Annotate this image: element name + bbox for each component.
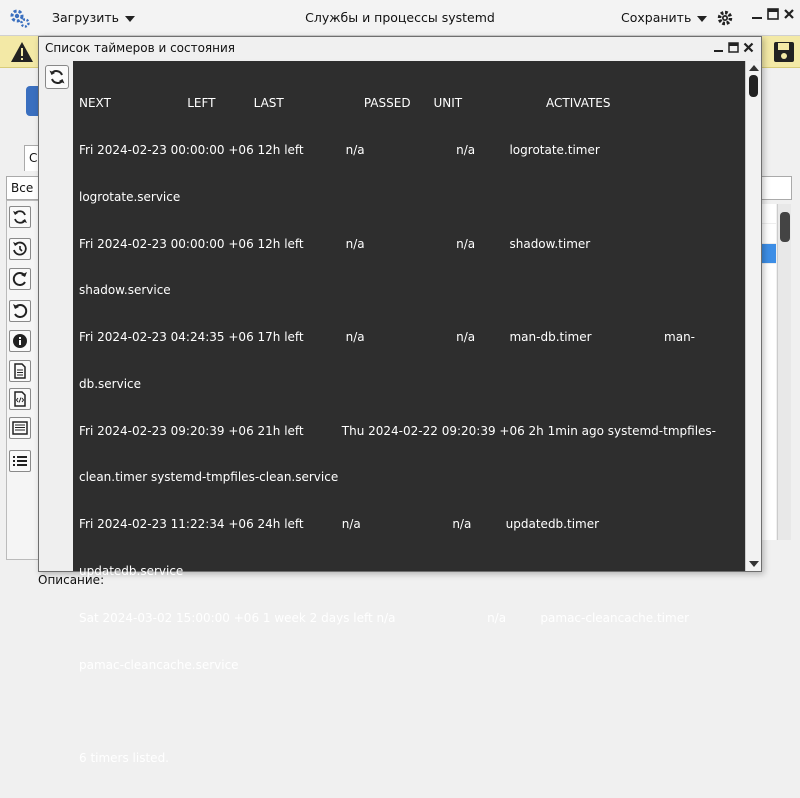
history-icon [13, 241, 27, 256]
reload-icon [12, 272, 27, 286]
output-line: logrotate.service [79, 189, 181, 204]
list-icon [13, 456, 27, 466]
output-line: 6 timers listed. [79, 751, 169, 766]
dialog-refresh-button[interactable] [45, 65, 69, 89]
list-item-selected[interactable] [761, 244, 776, 264]
output-line: db.service [79, 376, 142, 391]
document-icon [14, 363, 26, 379]
save-menu-label: Сохранить [621, 10, 692, 25]
search-field[interactable] [760, 176, 792, 200]
info-button[interactable] [9, 330, 31, 352]
filter-select[interactable]: Все [6, 176, 42, 200]
chevron-down-icon [125, 15, 135, 22]
close-icon[interactable] [743, 42, 754, 53]
scrollbar-thumb[interactable] [780, 212, 790, 242]
timers-output: NEXT LEFT LAST PASSED UNIT ACTIVATES Fri… [79, 65, 727, 798]
scroll-down-icon[interactable] [749, 561, 759, 567]
output-line: pamac-cleancache.service [79, 657, 239, 672]
load-menu-label: Загрузить [52, 10, 119, 25]
maximize-icon[interactable] [767, 8, 779, 20]
output-line: Fri 2024-02-23 00:00:00 +06 12h left n/a… [79, 236, 591, 251]
gears-app-icon [10, 9, 30, 28]
load-menu-button[interactable]: Загрузить [52, 10, 135, 25]
file-button[interactable] [9, 360, 31, 382]
history-button[interactable] [9, 238, 31, 260]
services-list[interactable] [760, 204, 776, 540]
scrollbar-thumb[interactable] [749, 75, 758, 97]
output-line: updatedb.service [79, 564, 184, 578]
journal-button[interactable] [9, 417, 31, 439]
list-item[interactable] [761, 204, 776, 224]
output-line: clean.timer systemd-tmpfiles-clean.servi… [79, 470, 339, 485]
output-line: Fri 2024-02-23 09:20:39 +06 21h left Thu… [79, 423, 716, 438]
filter-value: Все [11, 181, 34, 195]
dialog-title: Список таймеров и состояния [45, 41, 236, 55]
warning-icon [11, 42, 33, 62]
reload-button[interactable] [9, 268, 31, 290]
main-titlebar: Загрузить Службы и процессы systemd Сохр… [0, 0, 800, 36]
output-line: Fri 2024-02-23 11:22:34 +06 24h left n/a… [79, 517, 600, 532]
save-icon[interactable] [772, 40, 796, 64]
scroll-up-icon[interactable] [749, 65, 759, 71]
list-button[interactable] [9, 450, 31, 472]
refresh-icon [13, 210, 27, 224]
journal-icon [12, 421, 28, 435]
code-file-icon [14, 391, 26, 407]
gear-icon[interactable] [716, 9, 734, 27]
tab-label: С [29, 151, 38, 165]
undo-icon [13, 304, 28, 318]
minimize-icon[interactable] [713, 42, 724, 53]
save-menu-button[interactable]: Сохранить [621, 10, 708, 25]
output-line: Fri 2024-02-23 04:24:35 +06 17h left n/a… [79, 330, 696, 345]
refresh-icon [49, 70, 65, 84]
services-scrollbar[interactable] [777, 204, 791, 540]
chevron-down-icon [697, 15, 708, 22]
undo-button[interactable] [9, 300, 31, 322]
output-line: Sat 2024-03-02 15:00:00 +06 1 week 2 day… [79, 610, 690, 625]
timers-output-terminal[interactable]: NEXT LEFT LAST PASSED UNIT ACTIVATES Fri… [73, 61, 761, 765]
code-file-button[interactable] [9, 388, 31, 410]
maximize-icon[interactable] [728, 42, 739, 53]
dialog-titlebar: Список таймеров и состояния [39, 37, 761, 59]
minimize-icon[interactable] [751, 8, 763, 20]
output-line: shadow.service [79, 283, 171, 298]
close-icon[interactable] [783, 8, 795, 20]
output-line: NEXT LEFT LAST PASSED UNIT ACTIVATES [79, 96, 611, 111]
info-icon [13, 334, 27, 348]
refresh-button[interactable] [9, 206, 31, 228]
list-item[interactable] [761, 224, 776, 244]
terminal-scrollbar[interactable] [745, 61, 761, 571]
timers-dialog: Список таймеров и состояния NEXT LEFT LA… [38, 36, 762, 765]
output-line: Fri 2024-02-23 00:00:00 +06 12h left n/a… [79, 142, 600, 157]
